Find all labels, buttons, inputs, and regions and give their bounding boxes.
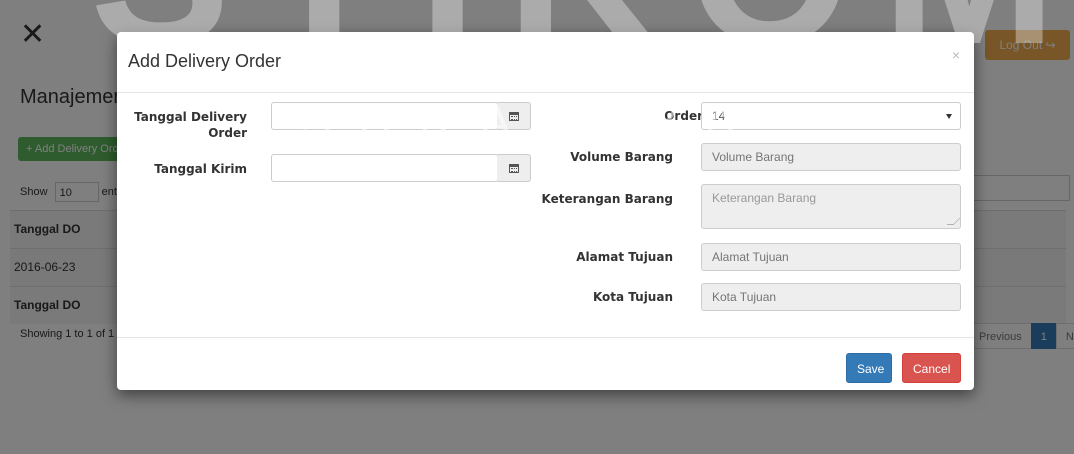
cancel-button[interactable]: Cancel xyxy=(902,353,961,383)
keterangan-barang-textarea[interactable]: Keterangan Barang xyxy=(701,184,961,229)
modal-header: Add Delivery Order × xyxy=(117,32,974,93)
keterangan-barang-label: Keterangan Barang xyxy=(541,192,673,206)
resize-handle-icon[interactable] xyxy=(946,218,961,225)
close-icon[interactable]: × xyxy=(952,47,960,63)
calendar-icon xyxy=(508,163,519,173)
chevron-down-icon xyxy=(946,114,952,119)
modal-title: Add Delivery Order xyxy=(128,51,282,71)
save-button[interactable]: Save xyxy=(846,353,892,383)
keterangan-barang-placeholder: Keterangan Barang xyxy=(712,191,817,205)
alamat-tujuan-input[interactable] xyxy=(701,243,961,271)
volume-barang-label: Volume Barang xyxy=(570,150,673,164)
calendar-icon xyxy=(508,111,519,121)
volume-barang-input[interactable] xyxy=(701,143,961,171)
add-delivery-order-modal: Add Delivery Order × Tanggal Delivery Or… xyxy=(117,32,974,390)
order-select[interactable]: 14 xyxy=(701,102,961,130)
tanggal-do-input[interactable] xyxy=(271,102,498,130)
kota-tujuan-label: Kota Tujuan xyxy=(592,290,673,304)
kota-tujuan-input[interactable] xyxy=(701,283,961,311)
tanggal-kirim-label: Tanggal Kirim xyxy=(154,162,247,176)
modal-footer: Save Cancel xyxy=(117,337,974,391)
tanggal-kirim-input[interactable] xyxy=(271,154,498,182)
tanggal-do-label: Tanggal Delivery Order xyxy=(134,110,247,140)
tanggal-do-calendar-button[interactable] xyxy=(497,102,531,130)
order-select-value: 14 xyxy=(712,109,726,123)
order-label: Order xyxy=(664,109,703,123)
alamat-tujuan-label: Alamat Tujuan xyxy=(576,250,673,264)
